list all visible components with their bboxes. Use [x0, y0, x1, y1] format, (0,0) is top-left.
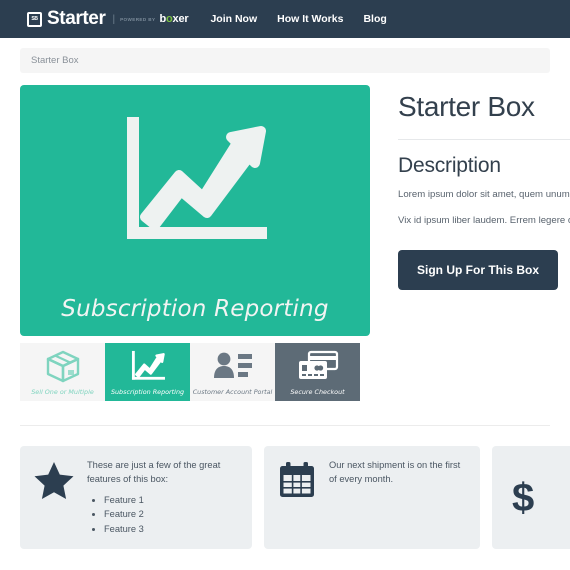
main-content: Subscription Reporting Sell One or Multi… [0, 73, 570, 401]
title-divider [398, 139, 570, 140]
thumbnail-label: Sell One or Multiple [31, 388, 94, 396]
credit-cards-icon [297, 350, 339, 386]
list-item: Feature 2 [104, 507, 238, 521]
powered-by-label: POWERED BY [120, 16, 156, 22]
top-navbar: SB Starter | POWERED BY boxer Join Now H… [0, 0, 570, 38]
user-profile-list-icon [212, 350, 254, 386]
list-item: Feature 3 [104, 522, 238, 536]
page-title: Starter Box [398, 91, 535, 122]
line-chart-up-arrow-icon [119, 113, 271, 258]
sign-up-button[interactable]: Sign Up For This Box [398, 249, 558, 290]
list-item: Feature 1 [104, 493, 238, 507]
nav-links: Join Now How It Works Blog [210, 13, 406, 25]
thumbnail-strip: Sell One or Multiple Subscription Report… [20, 343, 370, 401]
brand-separator: | [112, 13, 116, 25]
feature-box-price: $ [492, 446, 570, 550]
breadcrumb-current: Starter Box [31, 55, 79, 66]
shipment-text: Our next shipment is on the first of eve… [329, 460, 461, 484]
star-icon [34, 459, 74, 504]
box-package-icon [45, 350, 81, 388]
nav-how-it-works[interactable]: How It Works [277, 13, 343, 25]
brand-mark-icon: SB [27, 11, 42, 27]
feature-boxes: These are just a few of the great featur… [0, 426, 570, 550]
feature-intro-text: These are just a few of the great featur… [87, 460, 221, 484]
calendar-icon [278, 459, 316, 504]
thumbnail-sell-one-or-multiple[interactable]: Sell One or Multiple [20, 343, 105, 401]
description-paragraph-1: Lorem ipsum dolor sit amet, quem unum an… [398, 189, 570, 200]
thumbnail-label: Secure Checkout [290, 388, 345, 396]
description-heading: Description [398, 154, 501, 177]
line-chart-up-arrow-icon [129, 350, 167, 388]
nav-join-now[interactable]: Join Now [210, 13, 257, 25]
product-gallery: Subscription Reporting Sell One or Multi… [20, 85, 370, 401]
description-paragraph-2: Vix id ipsum liber laudem. Errem legere … [398, 214, 570, 226]
dollar-sign-icon: $ [512, 475, 535, 520]
thumbnail-label: Subscription Reporting [110, 388, 185, 396]
thumbnail-subscription-reporting[interactable]: Subscription Reporting [105, 343, 190, 401]
feature-text-wrapper: These are just a few of the great featur… [87, 459, 238, 536]
hero-image[interactable]: Subscription Reporting [20, 85, 370, 336]
brand-logo[interactable]: SB Starter | POWERED BY boxer [27, 8, 189, 30]
thumbnail-customer-account-portal[interactable]: Customer Account Portal [190, 343, 275, 401]
brand-mark-text: SB [31, 15, 38, 22]
feature-box-shipment: Our next shipment is on the first of eve… [264, 446, 480, 550]
thumbnail-label: Customer Account Portal [192, 388, 273, 396]
brand-name: Starter [47, 8, 106, 29]
nav-blog[interactable]: Blog [363, 13, 386, 25]
breadcrumb: Starter Box [20, 48, 550, 73]
breadcrumb-wrapper: Starter Box [0, 38, 570, 73]
hero-caption: Subscription Reporting [61, 296, 329, 322]
thumbnail-secure-checkout[interactable]: Secure Checkout [275, 343, 360, 401]
feature-box-features: These are just a few of the great featur… [20, 446, 252, 550]
boxer-wordmark: boxer [159, 13, 189, 25]
product-details: Starter Box Description Lorem ipsum dolo… [370, 85, 570, 401]
feature-list: Feature 1 Feature 2 Feature 3 [104, 493, 238, 536]
